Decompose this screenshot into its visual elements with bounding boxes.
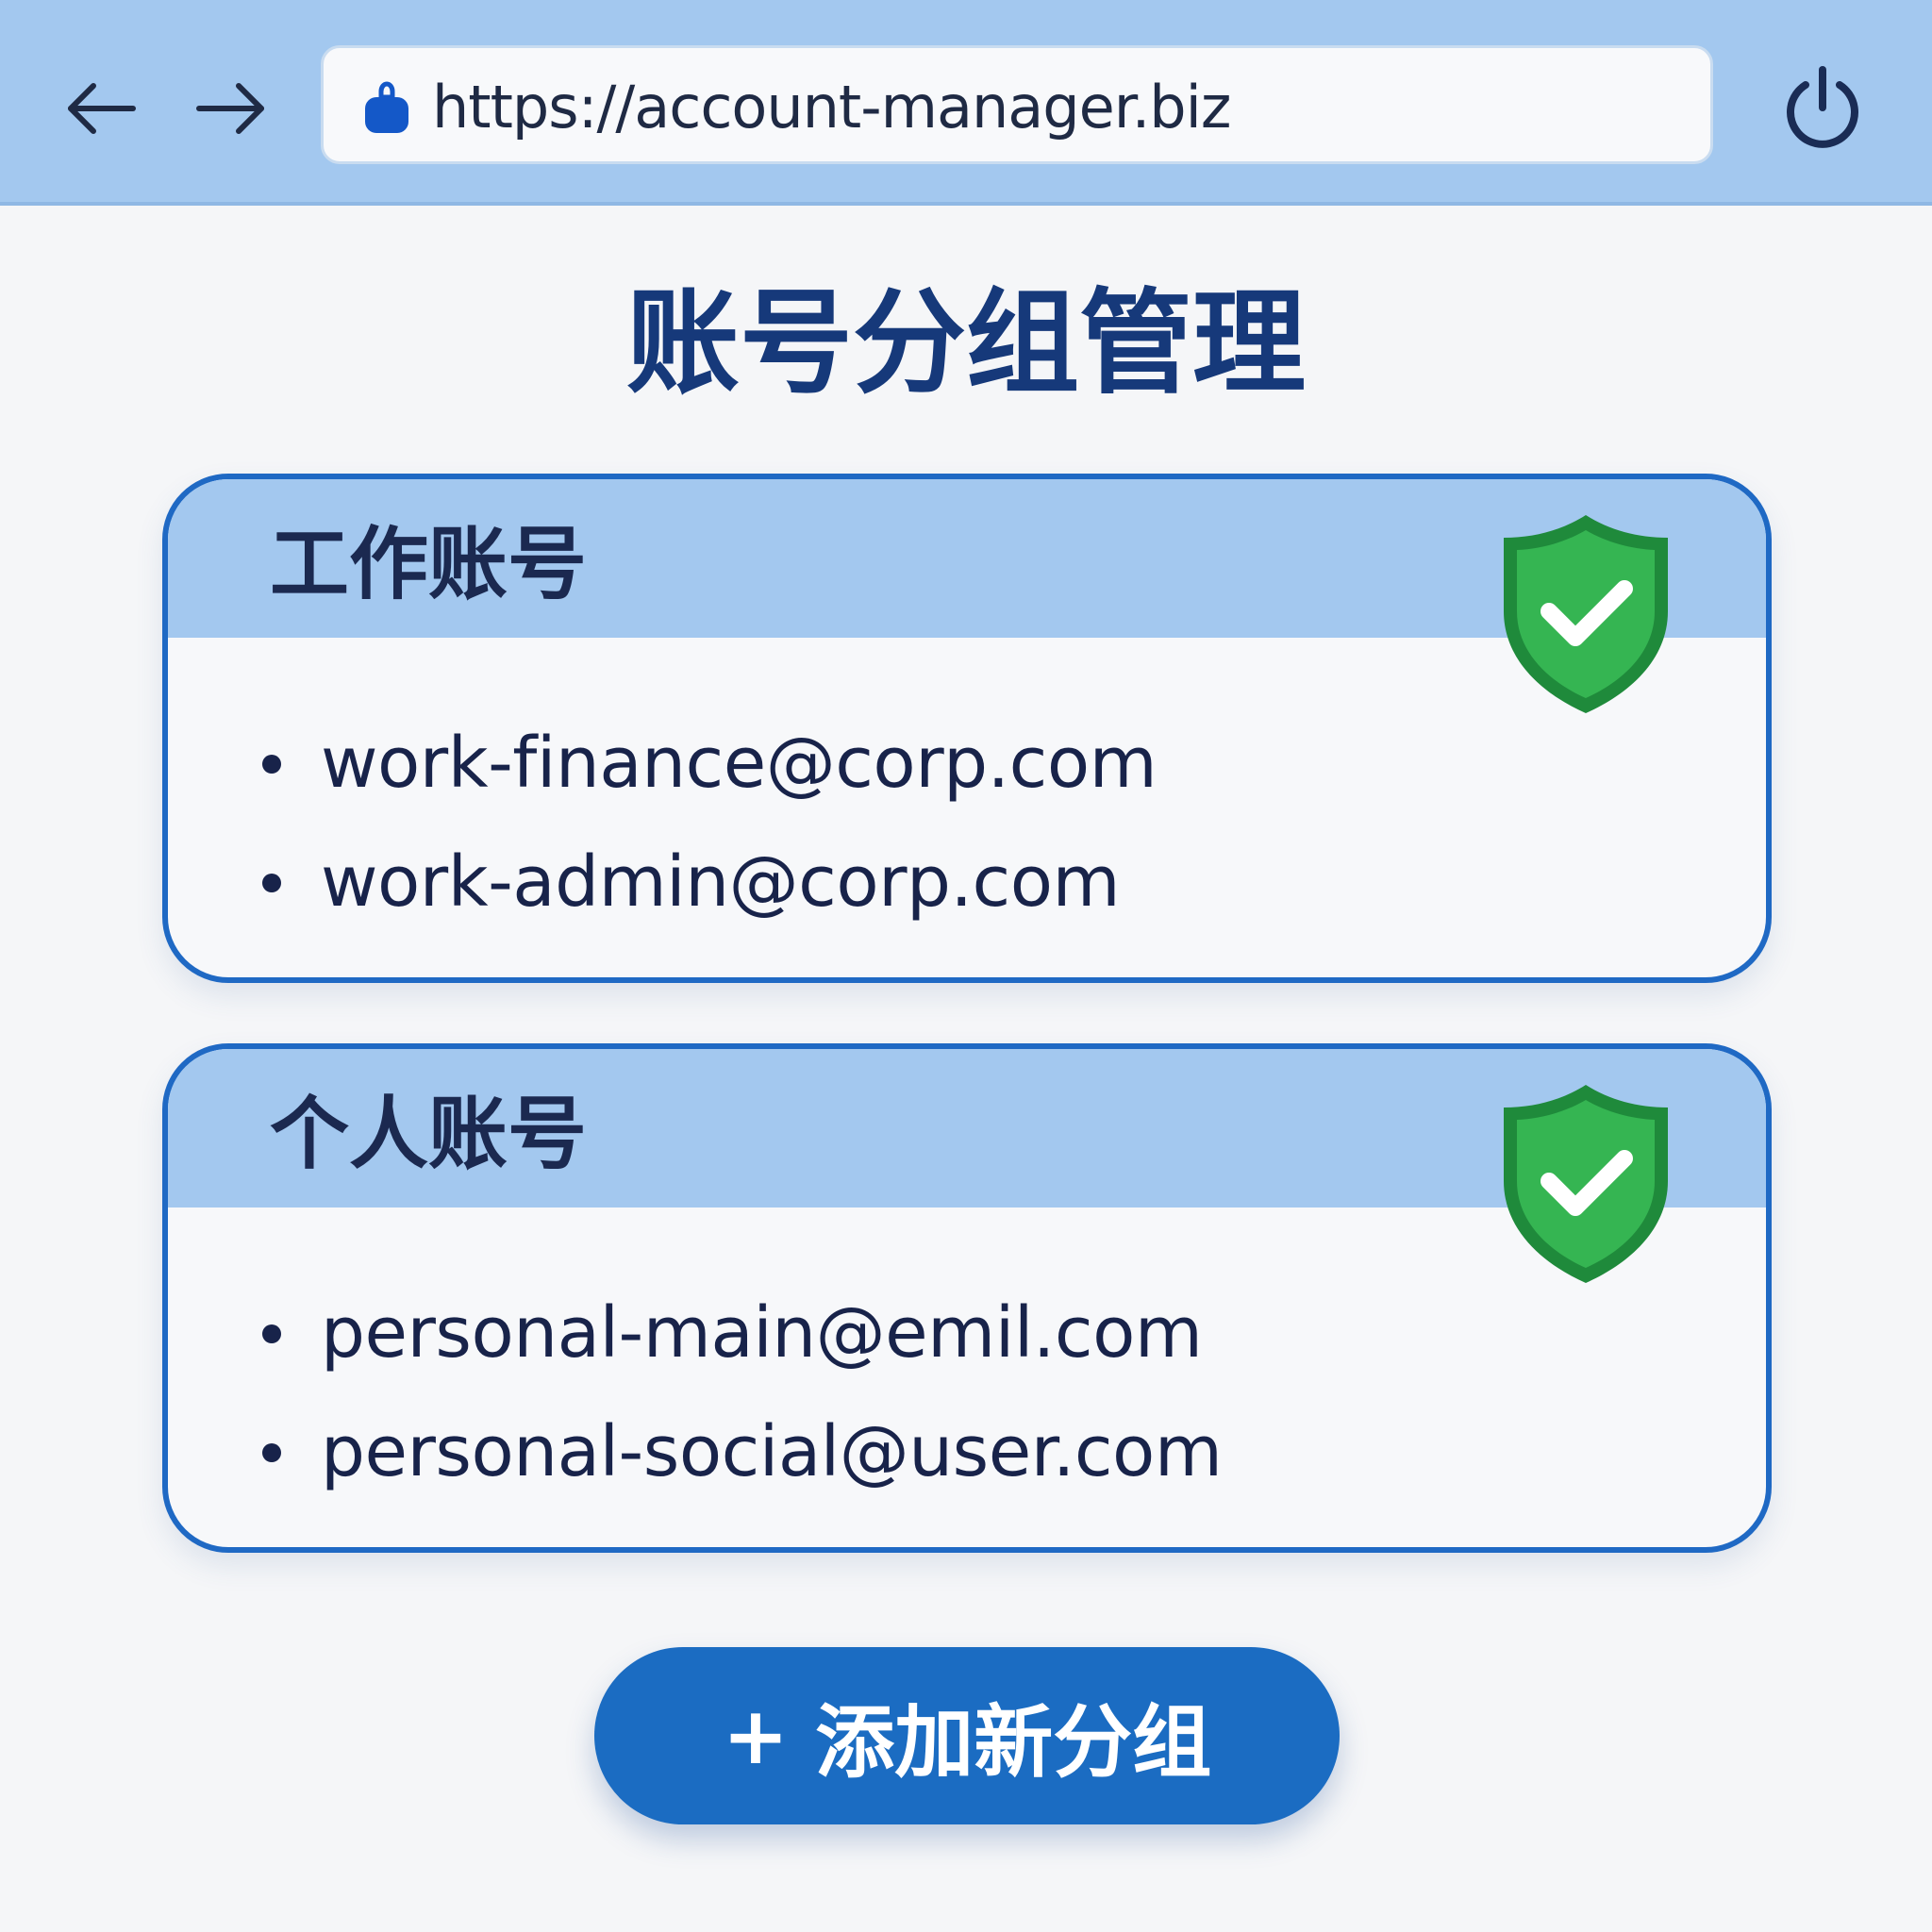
power-icon[interactable] [1775,60,1870,155]
group-title: 工作账号 [270,518,588,610]
plus-icon: + [722,1690,790,1782]
back-button[interactable] [58,66,143,151]
account-list: work-finance@corp.com work-admin@corp.co… [262,704,1158,941]
account-email: work-finance@corp.com [321,723,1158,804]
account-email: personal-main@emil.com [321,1292,1203,1374]
shield-check-icon [1504,515,1668,713]
bullet-icon [262,1443,281,1462]
add-group-label: 添加新分组 [815,1695,1212,1789]
account-email: work-admin@corp.com [321,841,1121,923]
browser-toolbar: https://account-manager.biz [0,0,1932,206]
arrow-left-icon [68,83,136,134]
bullet-icon [262,755,281,774]
bullet-icon [262,1324,281,1343]
shield-check-icon [1504,1085,1668,1283]
account-email: personal-social@user.com [321,1411,1223,1492]
account-item[interactable]: personal-social@user.com [262,1392,1223,1511]
account-item[interactable]: work-admin@corp.com [262,823,1157,941]
account-item[interactable]: personal-main@emil.com [262,1274,1222,1392]
account-item[interactable]: work-finance@corp.com [262,704,1158,823]
account-list: personal-main@emil.com personal-social@u… [262,1274,1223,1511]
forward-button[interactable] [189,66,274,151]
address-bar[interactable]: https://account-manager.biz [321,45,1713,164]
url-text[interactable]: https://account-manager.biz [432,71,1231,144]
lock-icon [365,81,408,133]
add-group-button[interactable]: + 添加新分组 [594,1647,1340,1824]
bullet-icon [262,874,281,892]
arrow-right-icon [196,83,264,134]
page-title: 账号分组管理 [626,278,1306,409]
group-title: 个人账号 [270,1088,588,1180]
